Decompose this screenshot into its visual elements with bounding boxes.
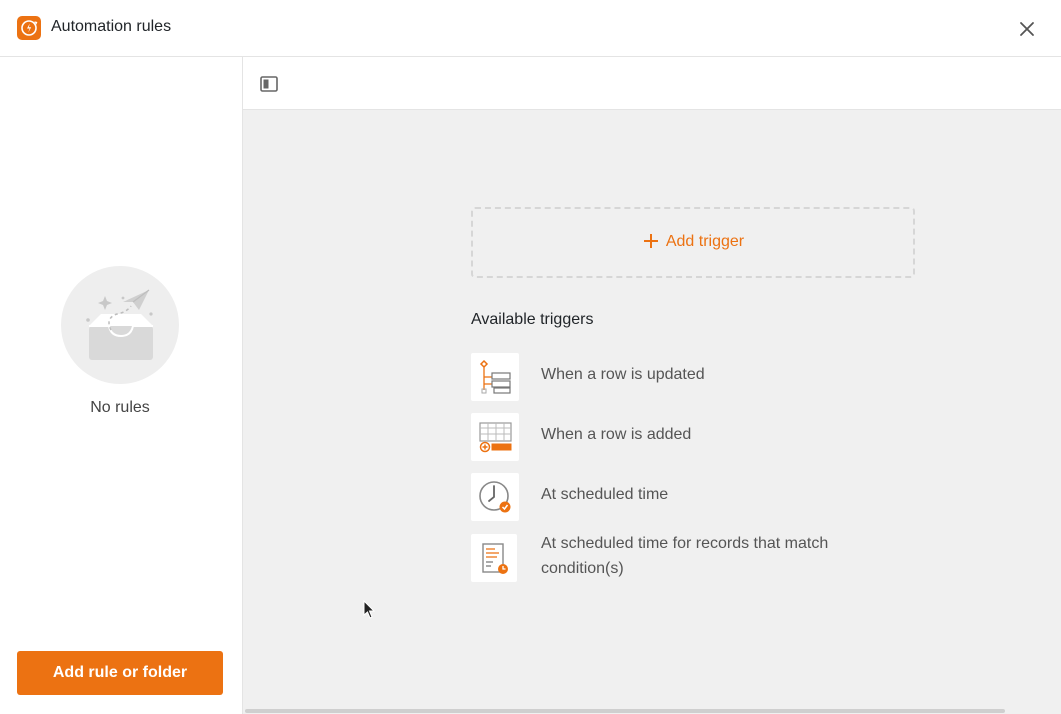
dialog-header: Automation rules	[0, 0, 1061, 57]
trigger-row-updated[interactable]: When a row is updated	[471, 353, 911, 401]
dialog-title: Automation rules	[51, 18, 172, 35]
empty-inbox-illustration	[61, 266, 179, 384]
trigger-label: At scheduled time for records that match…	[541, 535, 829, 577]
scheduled-time-icon	[471, 473, 519, 521]
trigger-scheduled-time[interactable]: At scheduled time	[471, 473, 911, 521]
add-trigger-button[interactable]: Add trigger	[471, 207, 915, 278]
panel-toggle-icon[interactable]	[260, 76, 278, 92]
rule-editor-panel: Add trigger Available triggers When a ro…	[243, 110, 1061, 714]
trigger-row-added[interactable]: When a row is added	[471, 413, 911, 461]
add-trigger-label: Add trigger	[665, 233, 745, 250]
rules-sidebar: No rules Add rule or folder	[0, 57, 243, 714]
row-updated-icon	[471, 353, 519, 401]
scheduled-records-icon	[471, 534, 517, 582]
plus-icon	[642, 232, 660, 255]
mouse-cursor-icon	[363, 599, 376, 620]
empty-state-text: No rules	[90, 399, 150, 416]
automation-app-icon	[17, 16, 41, 40]
trigger-label: When a row is added	[541, 426, 692, 443]
add-rule-or-folder-button[interactable]: Add rule or folder	[17, 651, 223, 695]
trigger-label: At scheduled time	[541, 486, 669, 503]
close-icon[interactable]	[1015, 18, 1039, 40]
trigger-scheduled-records[interactable]: At scheduled time for records that match…	[471, 534, 911, 582]
trigger-label: When a row is updated	[541, 366, 705, 383]
horizontal-scrollbar[interactable]	[245, 709, 1005, 713]
row-added-icon	[471, 413, 519, 461]
available-triggers-heading: Available triggers	[471, 311, 594, 328]
rule-toolbar	[243, 57, 1061, 110]
